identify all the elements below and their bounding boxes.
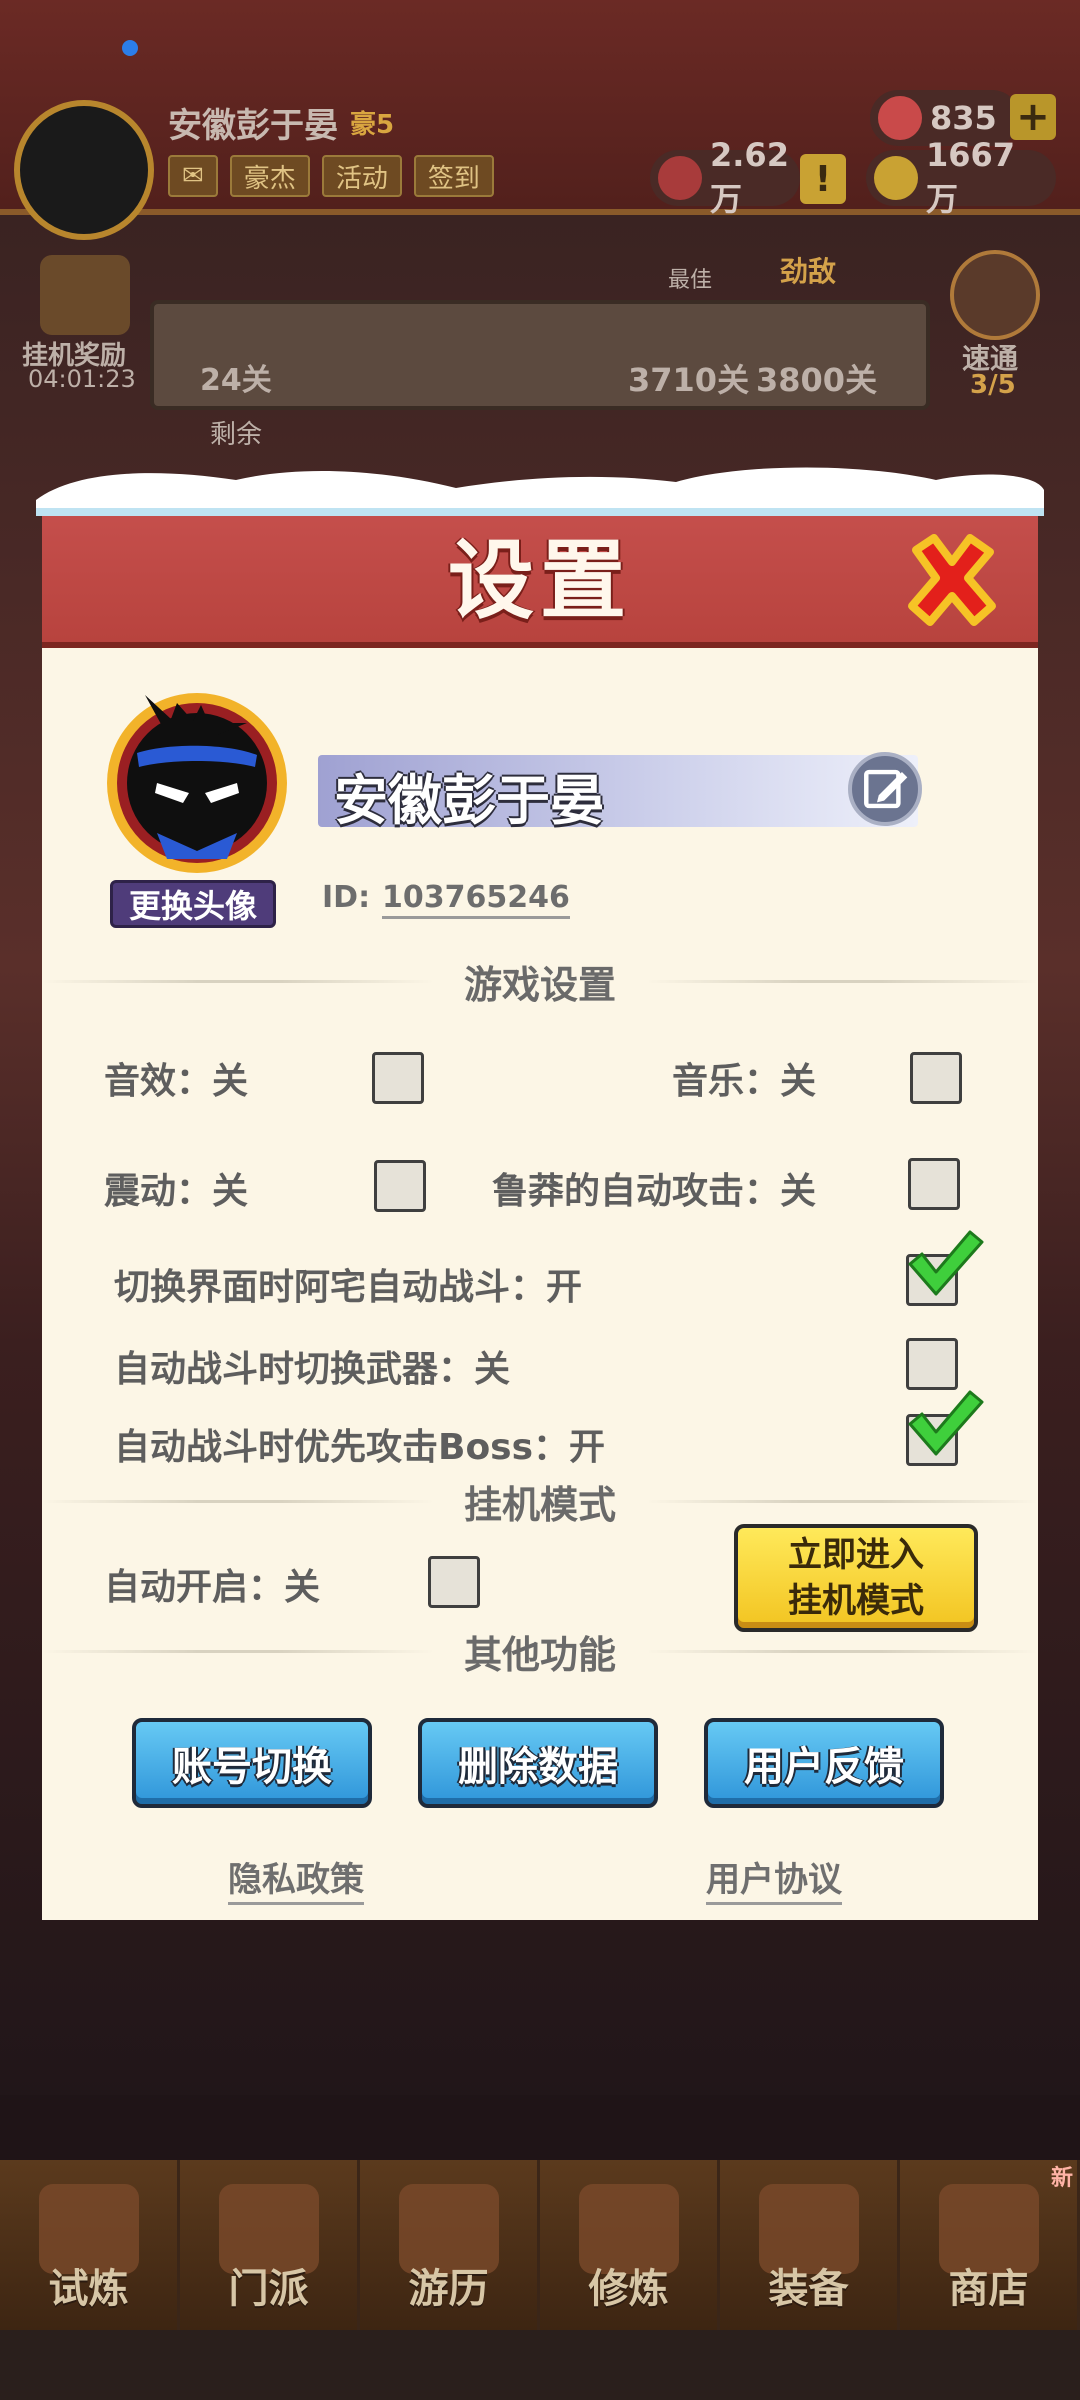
rival-label: 劲敌 xyxy=(780,255,837,288)
power-counter: 2.62万 xyxy=(650,136,800,218)
auto-start-checkbox[interactable] xyxy=(428,1556,480,1608)
divider xyxy=(646,1649,1039,1653)
tab-label: 试炼 xyxy=(48,2266,129,2312)
enter-afk-mode-button[interactable]: 立即进入 挂机模式 xyxy=(734,1524,978,1632)
divider xyxy=(646,1499,1039,1503)
close-icon[interactable] xyxy=(904,532,1000,628)
divider xyxy=(42,1499,434,1503)
delete-data-button[interactable]: 删除数据 xyxy=(418,1718,658,1808)
player-avatar[interactable] xyxy=(14,100,154,240)
switch-account-button[interactable]: 账号切换 xyxy=(132,1718,372,1808)
check-icon xyxy=(908,1390,984,1456)
power-icon xyxy=(658,156,702,200)
divider xyxy=(646,979,1039,983)
tab-label: 商店 xyxy=(948,2266,1029,2312)
reckless-auto-attack-checkbox[interactable] xyxy=(908,1158,960,1210)
tab-label: 游历 xyxy=(408,2266,489,2312)
sound-label: 音效：关 xyxy=(104,1061,249,1102)
switch-screen-auto-battle-label: 切换界面时阿宅自动战斗：开 xyxy=(114,1267,583,1308)
rival-stage: 3800关 xyxy=(756,361,878,399)
best-stage: 3710关 xyxy=(628,361,750,399)
auto-battle-switch-weapon-label: 自动战斗时切换武器：关 xyxy=(114,1349,511,1390)
other-functions-heading: 其他功能 xyxy=(42,1626,1039,1677)
auto-battle-switch-weapon-checkbox[interactable] xyxy=(906,1338,958,1390)
coins-counter: 1667万 xyxy=(866,136,1056,218)
tab-travel[interactable]: 游历 xyxy=(360,2160,540,2330)
settings-dialog: 设置 更换头像 安徽彭于晏 ID: 103765246 游戏设置 音效：关 音乐… xyxy=(36,460,1044,1920)
reckless-auto-attack-label: 鲁莽的自动攻击：关 xyxy=(492,1171,817,1212)
tab-equipment[interactable]: 装备 xyxy=(720,2160,900,2330)
tab-trial[interactable]: 试炼 xyxy=(0,2160,180,2330)
auto-battle-priority-boss-label: 自动战斗时优先攻击Boss：开 xyxy=(114,1427,606,1468)
tab-shop[interactable]: 商店 新 xyxy=(900,2160,1080,2330)
divider xyxy=(42,1649,434,1653)
current-stage: 24关 xyxy=(200,363,272,398)
gems-value: 835 xyxy=(930,99,997,137)
user-agreement-link[interactable]: 用户协议 xyxy=(706,1858,842,1905)
mail-icon[interactable]: ✉ xyxy=(168,155,218,197)
change-avatar-button[interactable]: 更换头像 xyxy=(110,880,276,928)
add-gems-button[interactable]: + xyxy=(1010,94,1056,140)
sound-checkbox[interactable] xyxy=(372,1052,424,1104)
privacy-policy-link[interactable]: 隐私政策 xyxy=(228,1858,364,1905)
feedback-button[interactable]: 用户反馈 xyxy=(704,1718,944,1808)
id-label: ID: xyxy=(322,880,371,915)
tab-cultivate[interactable]: 修炼 xyxy=(540,2160,720,2330)
section-title: 挂机模式 xyxy=(464,1482,617,1527)
sweep-icon[interactable] xyxy=(950,250,1040,340)
coin-icon xyxy=(874,156,918,200)
power-value: 2.62万 xyxy=(710,136,789,218)
chip-hero[interactable]: 豪杰 xyxy=(229,155,310,197)
tab-label: 装备 xyxy=(768,2266,849,2312)
vibration-label: 震动：关 xyxy=(104,1171,249,1212)
chip-event[interactable]: 活动 xyxy=(321,155,402,197)
tab-sect[interactable]: 门派 xyxy=(180,2160,360,2330)
button-label-line2: 挂机模式 xyxy=(788,1581,924,1621)
vibration-checkbox[interactable] xyxy=(374,1160,426,1212)
chest-icon[interactable] xyxy=(40,255,130,335)
coins-value: 1667万 xyxy=(926,136,1016,218)
check-icon xyxy=(908,1230,984,1296)
profile-avatar[interactable] xyxy=(97,675,297,875)
afk-timer: 04:01:23 xyxy=(28,365,136,393)
gem-icon xyxy=(878,96,922,140)
tab-label: 门派 xyxy=(228,2266,309,2312)
game-settings-heading: 游戏设置 xyxy=(42,956,1039,1007)
sweep-count: 3/5 xyxy=(970,370,1016,400)
player-name: 安徽彭于晏 xyxy=(168,106,338,146)
warning-button[interactable]: ! xyxy=(800,154,846,204)
new-badge: 新 xyxy=(1050,2166,1073,2191)
section-title: 游戏设置 xyxy=(464,962,617,1007)
auto-start-label: 自动开启：关 xyxy=(104,1567,321,1608)
chip-checkin[interactable]: 签到 xyxy=(413,155,494,197)
best-label: 最佳 xyxy=(668,268,713,293)
dialog-title: 设置 xyxy=(448,531,632,631)
profile-name: 安徽彭于晏 xyxy=(334,769,604,832)
tab-label: 修炼 xyxy=(588,2266,669,2312)
remaining-label: 剩余 xyxy=(210,420,263,450)
edit-name-icon[interactable] xyxy=(848,752,922,826)
music-label: 音乐：关 xyxy=(672,1061,817,1102)
music-checkbox[interactable] xyxy=(910,1052,962,1104)
notification-dot xyxy=(122,40,138,56)
bottom-tab-bar: 试炼 门派 游历 修炼 装备 商店 新 xyxy=(0,2160,1080,2330)
id-value[interactable]: 103765246 xyxy=(382,880,570,919)
afk-mode-heading: 挂机模式 xyxy=(42,1476,1039,1527)
section-title: 其他功能 xyxy=(464,1632,617,1677)
divider xyxy=(42,979,434,983)
player-rank: 豪5 xyxy=(350,110,395,140)
button-label-line1: 立即进入 xyxy=(788,1535,924,1575)
